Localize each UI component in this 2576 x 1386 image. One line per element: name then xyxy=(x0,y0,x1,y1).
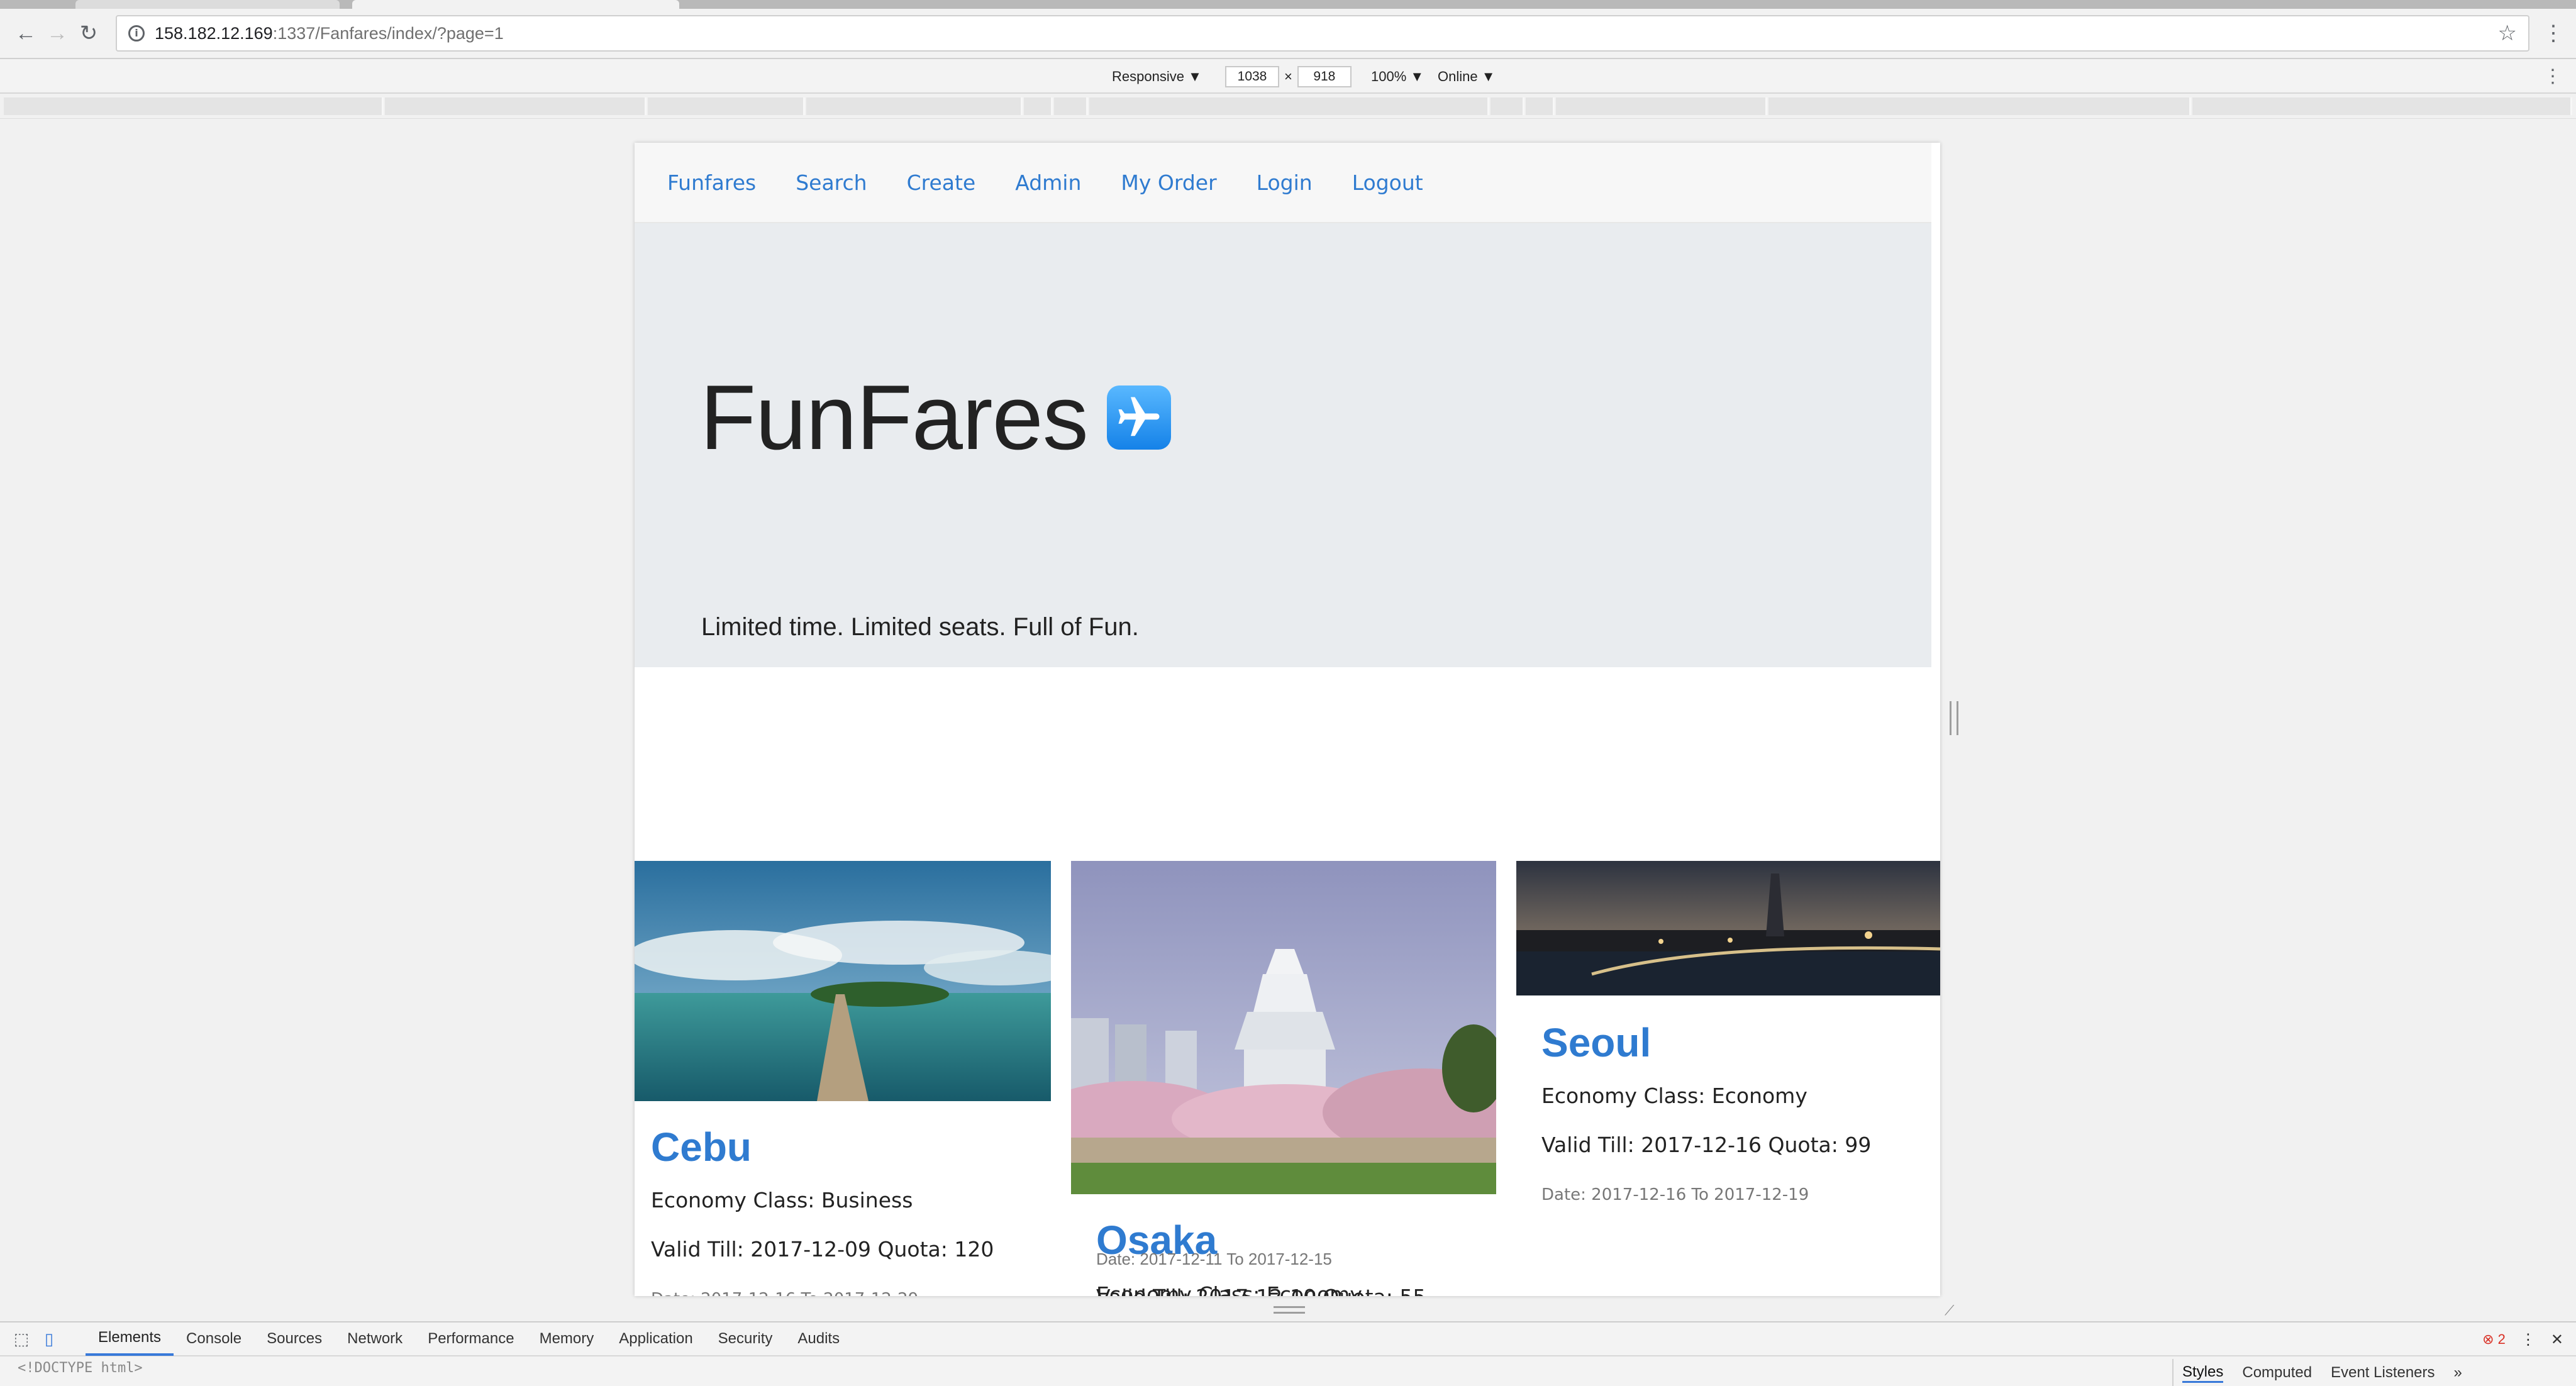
media-query-segment[interactable] xyxy=(648,97,805,115)
fare-card-seoul[interactable]: Seoul Economy Class: Economy Valid Till:… xyxy=(1516,861,1940,1296)
emulated-page: Funfares Search Create Admin My Order Lo… xyxy=(635,143,1940,1296)
media-query-segment[interactable] xyxy=(1526,97,1555,115)
media-query-segment[interactable] xyxy=(1089,97,1489,115)
devtools-panel: ⬚ ▯ Elements Console Sources Network Per… xyxy=(0,1321,2576,1386)
media-query-segment[interactable] xyxy=(4,97,384,115)
nav-link-funfares[interactable]: Funfares xyxy=(667,170,756,195)
close-icon[interactable]: ✕ xyxy=(2551,1331,2563,1349)
sidebar-tab-computed[interactable]: Computed xyxy=(2242,1364,2312,1382)
zoom-label: 100% ▼ xyxy=(1371,68,1424,84)
card-class: Economy Class: Business xyxy=(651,1188,913,1212)
browser-tab-active[interactable] xyxy=(352,0,679,9)
nav-link-my-order[interactable]: My Order xyxy=(1121,170,1216,195)
nav-link-admin[interactable]: Admin xyxy=(1015,170,1081,195)
media-query-segment[interactable] xyxy=(1556,97,1767,115)
card-dates: Date: 2017-12-16 To 2017-12-29 xyxy=(651,1290,918,1296)
browser-window: ← → ↻ i 158.182.12.169:1337/Fanfares/ind… xyxy=(0,0,2576,1386)
devtools-tab-sources[interactable]: Sources xyxy=(254,1322,335,1356)
back-icon[interactable]: ← xyxy=(10,18,42,49)
browser-toolbar: ← → ↻ i 158.182.12.169:1337/Fanfares/ind… xyxy=(0,9,2576,59)
media-query-segment[interactable] xyxy=(1491,97,1524,115)
fare-card-cebu[interactable]: Cebu Economy Class: Business Valid Till:… xyxy=(635,861,1051,1296)
device-toolbar: Responsive ▼ 1038 × 918 100% ▼ Online ▼ … xyxy=(0,59,2576,94)
network-label: Online ▼ xyxy=(1438,68,1496,84)
osaka-photo xyxy=(1071,861,1496,1194)
airplane-icon xyxy=(1106,385,1171,450)
devtools-tab-memory[interactable]: Memory xyxy=(527,1322,607,1356)
tab-strip xyxy=(0,0,2576,9)
devtools-menu-icon[interactable]: ⋮ xyxy=(2521,1331,2536,1349)
info-icon[interactable]: i xyxy=(128,25,145,42)
browser-menu-icon[interactable]: ⋮ xyxy=(2541,23,2566,44)
card-valid-quota: Valid Till: 2017-12-09 Quota: 120 xyxy=(651,1237,994,1261)
devtools-tab-network[interactable]: Network xyxy=(335,1322,415,1356)
device-toggle-icon[interactable]: ▯ xyxy=(35,1325,63,1353)
card-dates: Date: 2017-12-11 To 2017-12-15 xyxy=(1096,1250,1332,1268)
height-input[interactable]: 918 xyxy=(1297,65,1352,87)
fare-card-osaka[interactable]: Osaka Economy Class: Economy xyxy=(1071,861,1496,1296)
device-menu-icon[interactable]: ⋮ xyxy=(2543,59,2562,94)
error-icon: ⊗ xyxy=(2482,1331,2494,1347)
media-query-segment[interactable] xyxy=(1768,97,2191,115)
resize-handle-bottom[interactable] xyxy=(1274,1306,1305,1314)
card-class: Economy Class: Economy xyxy=(1541,1084,1807,1108)
card-title[interactable]: Cebu xyxy=(651,1124,752,1170)
card-valid-quota: Valid Till: 2017-12-10 Quota: 55 xyxy=(1096,1285,1426,1296)
card-valid-quota: Valid Till: 2017-12-16 Quota: 99 xyxy=(1541,1133,1872,1157)
media-query-segment[interactable] xyxy=(806,97,1023,115)
devtools-tab-elements[interactable]: Elements xyxy=(86,1322,174,1356)
forward-icon[interactable]: → xyxy=(42,18,73,49)
error-count: 2 xyxy=(2497,1331,2506,1347)
devtools-tab-console[interactable]: Console xyxy=(174,1322,254,1356)
media-query-segment[interactable] xyxy=(1024,97,1053,115)
dom-code-line[interactable]: <!DOCTYPE html> xyxy=(18,1360,143,1376)
media-query-bar xyxy=(0,94,2576,119)
devtools-tab-audits[interactable]: Audits xyxy=(785,1322,852,1356)
resize-handle-right[interactable] xyxy=(1950,701,1958,735)
sidebar-tab-styles[interactable]: Styles xyxy=(2182,1363,2224,1383)
dimension-separator: × xyxy=(1284,68,1292,84)
devtools-tab-performance[interactable]: Performance xyxy=(415,1322,526,1356)
width-input[interactable]: 1038 xyxy=(1225,65,1279,87)
network-select[interactable]: Online ▼ xyxy=(1438,59,1495,94)
card-title[interactable]: Seoul xyxy=(1541,1019,1651,1066)
device-mode-label: Responsive ▼ xyxy=(1112,68,1202,84)
devtools-tab-security[interactable]: Security xyxy=(706,1322,786,1356)
hero-jumbotron: FunFares Limited time. Limited seats. Fu… xyxy=(635,223,1931,667)
resize-handle-corner[interactable]: ⟋ xyxy=(1945,1303,1960,1318)
address-bar[interactable]: i 158.182.12.169:1337/Fanfares/index/?pa… xyxy=(116,15,2529,52)
devtools-tab-application[interactable]: Application xyxy=(606,1322,705,1356)
nav-link-search[interactable]: Search xyxy=(796,170,867,195)
inspect-element-icon[interactable]: ⬚ xyxy=(8,1325,35,1353)
seoul-photo xyxy=(1516,861,1940,995)
more-tabs-icon[interactable]: » xyxy=(2454,1364,2462,1382)
site-navbar: Funfares Search Create Admin My Order Lo… xyxy=(635,143,1931,223)
nav-link-create[interactable]: Create xyxy=(907,170,976,195)
error-counter[interactable]: ⊗ 2 xyxy=(2482,1331,2506,1348)
device-mode-select[interactable]: Responsive ▼ xyxy=(1112,59,1202,94)
browser-tab[interactable] xyxy=(75,0,340,9)
zoom-select[interactable]: 100% ▼ xyxy=(1371,59,1424,94)
device-viewport-area: Funfares Search Create Admin My Order Lo… xyxy=(0,120,2576,1321)
bookmark-star-icon[interactable]: ☆ xyxy=(2498,21,2517,46)
reload-icon[interactable]: ↻ xyxy=(73,18,104,49)
media-query-segment[interactable] xyxy=(1054,97,1088,115)
cebu-photo xyxy=(635,861,1051,1101)
nav-link-login[interactable]: Login xyxy=(1257,170,1313,195)
url-host: 158.182.12.169 xyxy=(155,23,273,43)
hero-title: FunFares xyxy=(700,366,1089,468)
sidebar-tab-event-listeners[interactable]: Event Listeners xyxy=(2331,1364,2434,1382)
card-dates: Date: 2017-12-16 To 2017-12-19 xyxy=(1541,1185,1809,1204)
media-query-segment[interactable] xyxy=(385,97,647,115)
hero-subtitle: Limited time. Limited seats. Full of Fun… xyxy=(701,613,1139,641)
media-query-segment[interactable] xyxy=(2192,97,2572,115)
nav-link-logout[interactable]: Logout xyxy=(1352,170,1423,195)
url-path: :1337/Fanfares/index/?page=1 xyxy=(272,23,504,43)
